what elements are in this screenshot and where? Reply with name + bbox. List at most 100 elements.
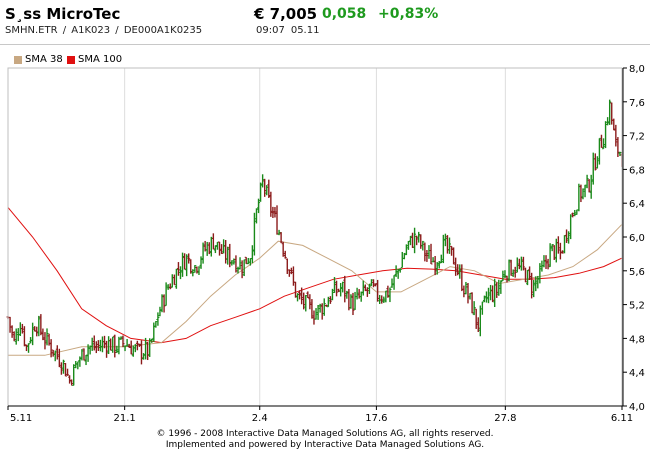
- ohlc-bar: [339, 282, 343, 297]
- powered-by-line: Implemented and powered by Interactive D…: [165, 440, 485, 450]
- ohlc-bar: [499, 280, 503, 294]
- ohlc-bar: [178, 266, 182, 280]
- ohlc-bar: [181, 252, 185, 277]
- ohlc-bar: [544, 255, 548, 270]
- ohlc-bar: [429, 243, 433, 265]
- ohlc-bar: [142, 353, 146, 360]
- ohlc-bar: [154, 321, 158, 328]
- ohlc-bar: [466, 282, 470, 304]
- ohlc-bar: [211, 233, 215, 250]
- ohlc-bar: [109, 338, 113, 351]
- ohlc-bar: [433, 255, 437, 276]
- y-tick-label: 8,0: [629, 64, 645, 75]
- ohlc-bar: [35, 326, 39, 337]
- ohlc-bar: [519, 256, 523, 271]
- ohlc-bar: [595, 156, 599, 169]
- ohlc-bar: [201, 242, 205, 264]
- y-tick-label: 6,0: [629, 233, 645, 244]
- chart-grid: [7, 68, 623, 406]
- ohlc-bar: [493, 278, 497, 307]
- ohlc-bar: [423, 242, 427, 262]
- ohlc-bar: [281, 241, 285, 257]
- ohlc-bar: [92, 335, 96, 351]
- y-tick-label: 4,0: [629, 402, 645, 413]
- ohlc-bar: [244, 256, 248, 265]
- ohlc-bar: [413, 227, 417, 254]
- sma38-series: [8, 223, 623, 356]
- ohlc-bar: [445, 235, 449, 254]
- ohlc-bar: [224, 240, 228, 264]
- ohlc-bar: [495, 282, 499, 298]
- ohlc-bar: [306, 291, 310, 299]
- ohlc-bar: [100, 336, 104, 353]
- ohlc-bar: [523, 267, 527, 283]
- ohlc-bar: [419, 234, 423, 249]
- ohlc-bar: [189, 259, 193, 274]
- ohlc-bar: [125, 339, 129, 347]
- x-tick-label: 21.1: [114, 413, 136, 424]
- ohlc-bar: [579, 184, 583, 203]
- y-tick-label: 4,8: [629, 334, 645, 345]
- ohlc-bars: [6, 99, 624, 386]
- ohlc-bar: [41, 328, 45, 341]
- ohlc-bar: [158, 306, 162, 317]
- ohlc-bar: [427, 245, 431, 259]
- ohlc-bar: [558, 242, 562, 260]
- ohlc-bar: [162, 294, 166, 313]
- ohlc-bar: [82, 348, 86, 361]
- ohlc-bar: [482, 295, 486, 303]
- ohlc-bar: [275, 205, 279, 235]
- ohlc-bar: [248, 258, 252, 266]
- ohlc-bar: [538, 263, 542, 284]
- ohlc-bar: [587, 179, 591, 193]
- copyright-footer: © 1996 - 2008 Interactive Data Managed S…: [0, 429, 650, 451]
- ohlc-bar: [610, 102, 614, 125]
- ohlc-bar: [22, 326, 26, 347]
- ohlc-bar: [322, 298, 326, 316]
- ohlc-bar: [575, 209, 579, 215]
- ohlc-bar: [183, 253, 187, 270]
- ohlc-bar: [341, 281, 345, 293]
- ohlc-bar: [172, 274, 176, 286]
- ohlc-bar: [187, 253, 191, 264]
- ohlc-bar: [269, 191, 273, 217]
- ohlc-bar: [464, 281, 468, 295]
- x-tick-label: 2.4: [252, 413, 268, 424]
- ohlc-bar: [61, 359, 65, 374]
- x-tick-label: 27.8: [494, 413, 516, 424]
- ohlc-bar: [614, 124, 618, 147]
- ohlc-bar: [462, 285, 466, 298]
- x-tick-label: 17.6: [365, 413, 387, 424]
- y-tick-label: 5,6: [629, 267, 645, 278]
- ohlc-bar: [207, 242, 211, 255]
- ohlc-bar: [497, 279, 501, 296]
- ohlc-bar: [39, 314, 43, 336]
- x-tick-label: 6.11: [611, 413, 633, 424]
- ohlc-bar: [197, 266, 201, 275]
- ohlc-bar: [131, 345, 135, 357]
- ohlc-bar: [328, 296, 332, 304]
- ohlc-bar: [250, 245, 254, 264]
- ohlc-bar: [111, 336, 115, 353]
- ohlc-bar: [318, 303, 322, 313]
- ohlc-bar: [450, 245, 454, 256]
- ohlc-bar: [304, 295, 308, 312]
- ohlc-bar: [421, 240, 425, 251]
- ohlc-bar: [546, 258, 550, 270]
- ohlc-bar: [283, 250, 287, 259]
- ohlc-bar: [417, 231, 421, 243]
- ohlc-bar: [456, 264, 460, 276]
- ohlc-bar: [345, 290, 349, 299]
- y-tick-label: 4,4: [629, 368, 645, 379]
- ohlc-bar: [66, 368, 70, 376]
- ohlc-bar: [226, 246, 230, 265]
- ohlc-bar: [123, 345, 127, 352]
- ohlc-bar: [567, 231, 571, 244]
- ohlc-bar: [380, 295, 384, 304]
- ohlc-bar: [542, 255, 546, 268]
- ohlc-bar: [577, 183, 581, 212]
- ohlc-bar: [406, 240, 410, 250]
- ohlc-bar: [563, 235, 567, 254]
- ohlc-bar: [291, 266, 295, 286]
- ohlc-bar: [209, 236, 213, 257]
